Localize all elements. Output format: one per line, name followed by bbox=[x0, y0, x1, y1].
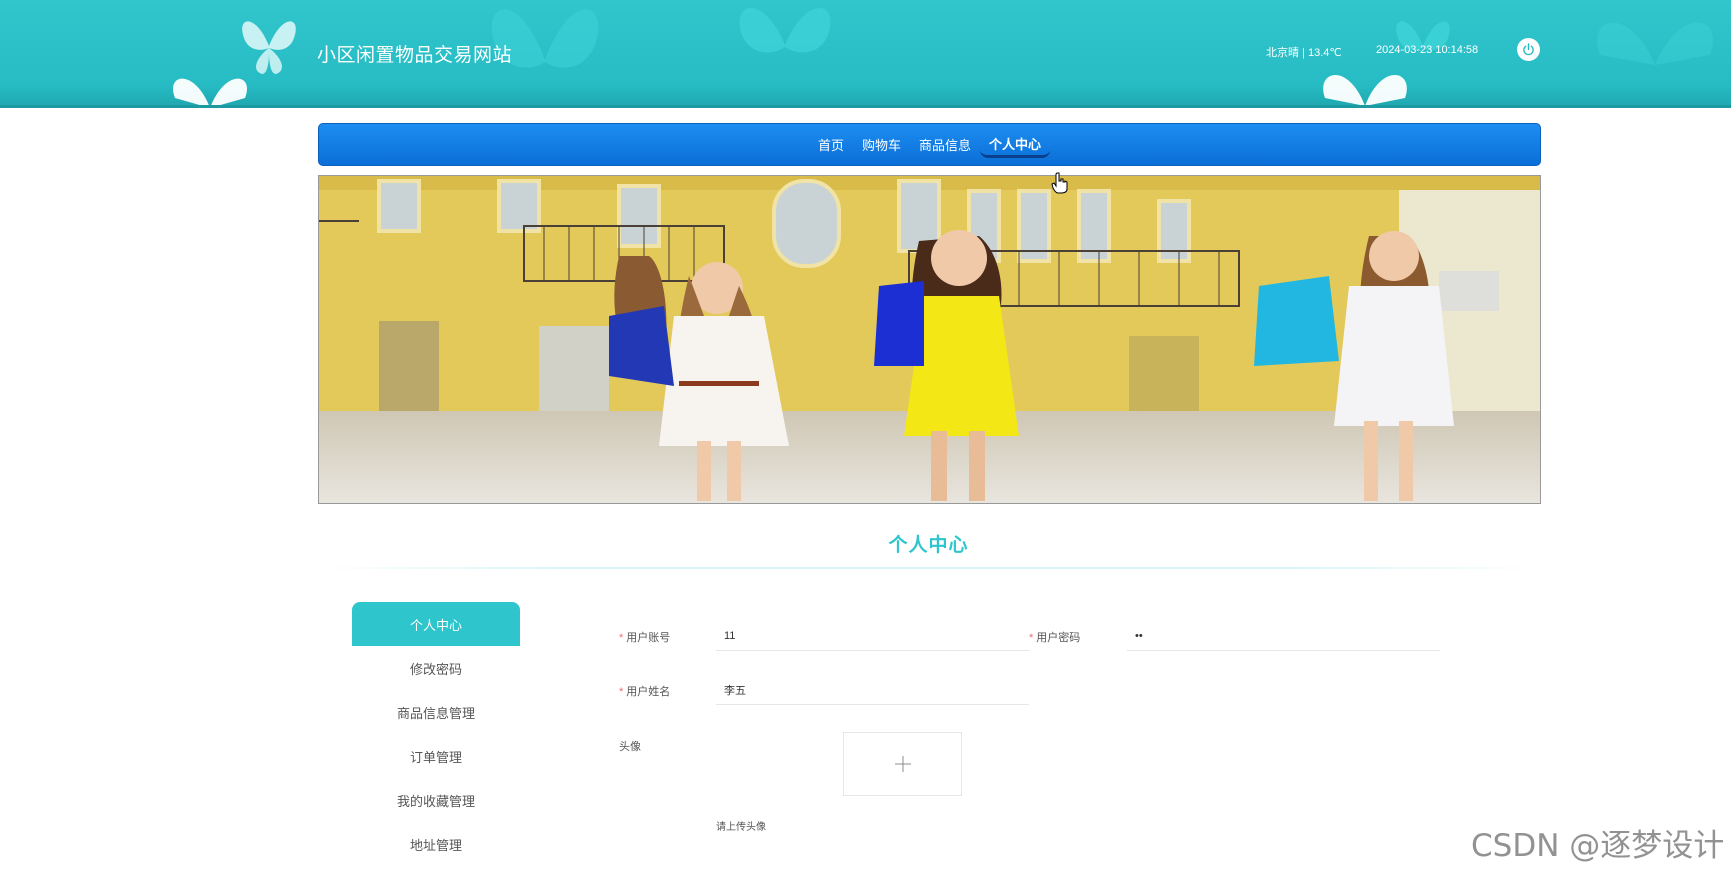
sidebar-item-change-password[interactable]: 修改密码 bbox=[352, 646, 520, 690]
banner-illustration bbox=[319, 176, 1540, 503]
current-datetime: 2024-03-23 10:14:58 bbox=[1376, 44, 1479, 56]
sidebar-item-product-management[interactable]: 商品信息管理 bbox=[352, 690, 520, 734]
sidebar-item-order-management[interactable]: 订单管理 bbox=[352, 734, 520, 778]
plus-icon bbox=[894, 756, 911, 772]
required-mark: * bbox=[619, 632, 624, 644]
upload-hint: 请上传头像 bbox=[716, 822, 766, 833]
password-input[interactable]: •• bbox=[1127, 621, 1440, 651]
butterfly-decoration-icon bbox=[1597, 22, 1713, 65]
account-label-text: 用户账号 bbox=[626, 632, 671, 644]
required-mark: * bbox=[619, 686, 624, 698]
banner-image bbox=[318, 175, 1541, 504]
nav-item-profile[interactable]: 个人中心 bbox=[980, 132, 1051, 158]
section-title: 个人中心 bbox=[888, 535, 969, 556]
site-header: 小区闲置物品交易网站 北京晴 | 13.4℃ 2024-03-23 10:14:… bbox=[0, 0, 1731, 108]
section-divider bbox=[318, 567, 1541, 569]
password-label-text: 用户密码 bbox=[1036, 632, 1081, 644]
account-input[interactable]: 11 bbox=[716, 621, 1029, 651]
main-nav: 首页 购物车 商品信息 个人中心 bbox=[318, 123, 1541, 166]
butterfly-decoration-icon bbox=[739, 8, 831, 53]
name-label-text: 用户姓名 bbox=[626, 686, 671, 698]
butterfly-decoration-icon bbox=[173, 78, 247, 105]
sidebar-item-profile[interactable]: 个人中心 bbox=[352, 602, 520, 646]
sidebar-menu: 个人中心 修改密码 商品信息管理 订单管理 我的收藏管理 地址管理 bbox=[352, 602, 520, 866]
sidebar-item-favorites-management[interactable]: 我的收藏管理 bbox=[352, 778, 520, 822]
name-label: * 用户姓名 bbox=[619, 683, 670, 699]
watermark: CSDN @逐梦设计 bbox=[1471, 828, 1725, 864]
avatar-upload-button[interactable] bbox=[843, 732, 962, 796]
site-title: 小区闲置物品交易网站 bbox=[317, 45, 513, 66]
avatar-label: 头像 bbox=[619, 741, 641, 753]
logout-button[interactable] bbox=[1517, 38, 1540, 61]
hand-cursor-icon bbox=[1051, 172, 1068, 194]
password-label: * 用户密码 bbox=[1029, 629, 1080, 645]
power-icon bbox=[1523, 43, 1534, 56]
nav-item-home[interactable]: 首页 bbox=[809, 132, 853, 158]
required-mark: * bbox=[1029, 632, 1034, 644]
sidebar-item-address-management[interactable]: 地址管理 bbox=[352, 822, 520, 866]
nav-item-cart[interactable]: 购物车 bbox=[853, 132, 910, 158]
name-input[interactable]: 李五 bbox=[716, 675, 1029, 705]
nav-item-products[interactable]: 商品信息 bbox=[910, 132, 980, 158]
butterfly-decoration-icon bbox=[1323, 75, 1407, 105]
account-label: * 用户账号 bbox=[619, 629, 670, 645]
weather-info: 北京晴 | 13.4℃ bbox=[1266, 47, 1342, 59]
